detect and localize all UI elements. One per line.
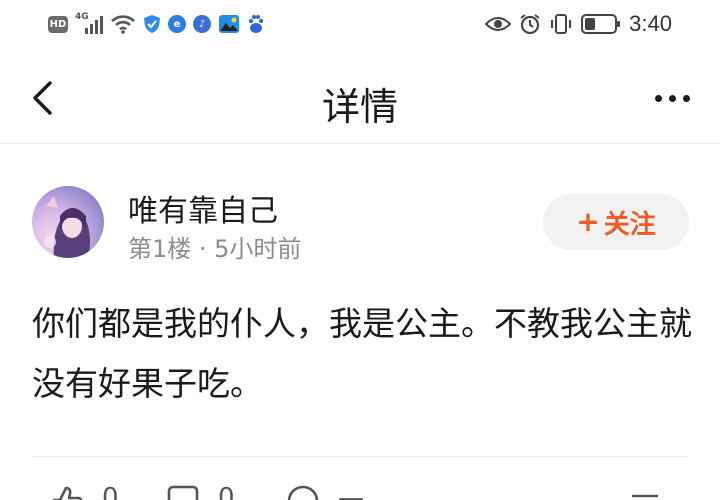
nav-header: 详情 [0, 50, 720, 144]
shield-app-icon [144, 15, 160, 33]
post-content: 你们都是我的仆人，我是公主。不教我公主就没有好果子吃。 [32, 304, 692, 403]
menu-icon [632, 494, 658, 498]
browser-app-icon: e [168, 15, 186, 33]
divider [32, 456, 688, 457]
plus-icon: + [576, 205, 600, 238]
avatar-illustration [44, 196, 90, 258]
post-meta: 第1楼 · 5小时前 [128, 235, 302, 263]
wifi-icon [111, 15, 135, 34]
hd-icon: HD [48, 15, 68, 33]
vibrate-icon [551, 14, 572, 34]
cellular-signal-icon: 4G [75, 12, 103, 34]
battery-icon [581, 14, 621, 34]
status-bar-right: 3:40 [485, 11, 672, 36]
follow-button[interactable]: + 关注 [543, 194, 689, 250]
author-avatar[interactable] [32, 186, 104, 258]
status-bar: HD 4G e ♪ 3:40 [0, 0, 720, 50]
author-name[interactable]: 唯有靠自己 [128, 186, 278, 230]
status-bar-left: HD 4G e ♪ [48, 12, 265, 36]
more-actions-button[interactable] [628, 484, 662, 500]
eye-comfort-icon [485, 17, 512, 31]
reply-button[interactable]: 0 [166, 484, 235, 500]
thumbs-up-icon [52, 486, 83, 500]
more-dots-icon [654, 94, 662, 102]
alarm-icon [520, 14, 540, 35]
share-button[interactable]: — [286, 484, 364, 500]
post-action-bar: 0 0 — [0, 484, 720, 500]
follow-label: 关注 [603, 209, 656, 240]
share-icon [287, 485, 319, 500]
like-button[interactable]: 0 [50, 484, 119, 500]
page-title: 详情 [321, 85, 398, 129]
comment-icon [167, 485, 199, 500]
more-options-button[interactable] [646, 80, 698, 116]
baidu-app-icon [249, 15, 263, 33]
gallery-app-icon [219, 15, 239, 33]
status-time: 3:40 [629, 11, 672, 36]
music-app-icon: ♪ [193, 15, 211, 33]
